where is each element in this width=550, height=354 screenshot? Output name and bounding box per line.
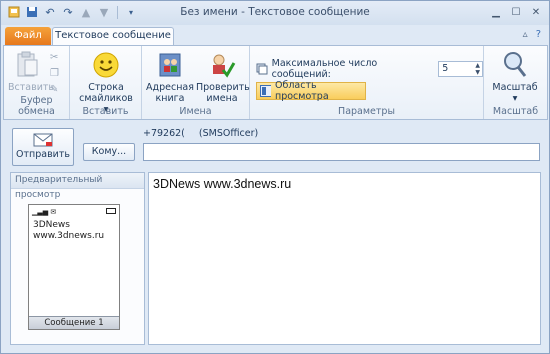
ribbon: Вставить ✂ ❐ ✎ Буфер обмена Строка смайл… bbox=[3, 45, 548, 120]
minimize-icon[interactable]: ▁ bbox=[489, 5, 503, 19]
smiley-icon bbox=[93, 52, 119, 78]
message-icon: ✉ bbox=[50, 208, 57, 216]
phone-line-2: www.3dnews.ru bbox=[33, 231, 105, 241]
signal-icon: ▁▃▅ bbox=[32, 208, 49, 216]
phone-message-text: 3DNews www.3dnews.ru bbox=[33, 220, 104, 242]
group-label-parameters: Параметры bbox=[338, 106, 395, 117]
paste-button[interactable]: Вставить bbox=[8, 50, 54, 93]
max-messages-spinner[interactable]: 5 ▲ ▼ bbox=[438, 61, 483, 77]
zoom-button[interactable]: Масштаб ▾ bbox=[490, 50, 540, 104]
max-messages-label: Максимальное число сообщений: bbox=[271, 58, 378, 80]
phone-line-1: 3DNews bbox=[33, 220, 70, 230]
check-names-label-line1: Проверить bbox=[196, 82, 250, 93]
ribbon-tabs: Файл Текстовое сообщение ▵ ? bbox=[1, 25, 549, 46]
preview-pane: Предварительный просмотр ▁▃▅ ✉ 3DNews ww… bbox=[10, 172, 145, 345]
group-label-zoom: Масштаб bbox=[492, 106, 539, 117]
battery-icon bbox=[106, 208, 116, 214]
spinner-arrows-icon[interactable]: ▲ ▼ bbox=[475, 62, 480, 76]
title-bar: ↶ ↷ ▲ ▼ ▾ Без имени - Текстовое сообщени… bbox=[1, 1, 549, 25]
magnifier-icon bbox=[504, 52, 527, 77]
cut-icon[interactable]: ✂ bbox=[50, 52, 64, 66]
send-button[interactable]: Отправить bbox=[12, 128, 74, 166]
address-book-button[interactable]: Адресная книга bbox=[146, 50, 194, 104]
recipient-service: (SMSOfficer) bbox=[198, 128, 259, 139]
maximize-icon[interactable]: ☐ bbox=[509, 5, 523, 19]
send-label: Отправить bbox=[16, 149, 70, 160]
address-book-icon bbox=[159, 53, 181, 77]
envelope-icon bbox=[33, 133, 53, 147]
window-title: Без имени - Текстовое сообщение bbox=[180, 6, 370, 18]
close-icon[interactable]: ✕ bbox=[529, 5, 543, 19]
check-names-label-line2: имена bbox=[206, 93, 238, 104]
message-body-text: 3DNews www.3dnews.ru bbox=[153, 177, 292, 191]
messages-icon bbox=[256, 63, 268, 75]
address-book-label-line2: книга bbox=[155, 93, 185, 104]
preview-pane-icon bbox=[260, 85, 271, 97]
smiley-label-line2: смайликов bbox=[79, 93, 133, 104]
smiley-label-line1: Строка bbox=[88, 82, 124, 93]
group-zoom: Масштаб ▾ Масштаб bbox=[484, 46, 547, 119]
preview-pane-label: Область просмотра bbox=[275, 80, 329, 102]
paste-label: Вставить bbox=[8, 82, 55, 93]
phone-status-bar: ▁▃▅ ✉ bbox=[32, 208, 116, 216]
check-names-icon bbox=[213, 54, 236, 78]
group-label-insert: Вставить bbox=[82, 106, 129, 117]
phone-preview: ▁▃▅ ✉ 3DNews www.3dnews.ru Сообщение 1 bbox=[28, 204, 120, 330]
phone-message-counter: Сообщение 1 bbox=[29, 316, 119, 329]
help-icon[interactable]: ? bbox=[536, 29, 541, 40]
app-window: ↶ ↷ ▲ ▼ ▾ Без имени - Текстовое сообщени… bbox=[0, 0, 550, 354]
tab-file[interactable]: Файл bbox=[5, 27, 51, 45]
minimize-ribbon-icon[interactable]: ▵ bbox=[523, 29, 528, 40]
recipient-hint: +79262( (SMSOfficer) bbox=[143, 128, 258, 139]
ribbon-right-controls: ▵ ? bbox=[523, 29, 541, 40]
zoom-dropdown-icon: ▾ bbox=[512, 93, 518, 104]
preview-pane-toggle[interactable]: Область просмотра bbox=[256, 80, 366, 102]
group-names: Адресная книга Проверить имена Имена bbox=[142, 46, 250, 119]
zoom-label: Масштаб bbox=[492, 82, 538, 93]
copy-icon[interactable]: ❐ bbox=[50, 68, 64, 82]
paste-icon bbox=[17, 51, 38, 77]
to-field[interactable] bbox=[143, 143, 540, 161]
window-controls: ▁ ☐ ✕ bbox=[489, 5, 543, 19]
preview-pane-header: Предварительный просмотр bbox=[11, 173, 144, 200]
message-body[interactable]: 3DNews www.3dnews.ru bbox=[148, 172, 541, 345]
address-book-label-line1: Адресная bbox=[146, 82, 194, 93]
to-button[interactable]: Кому... bbox=[83, 143, 135, 161]
check-names-button[interactable]: Проверить имена bbox=[196, 50, 250, 104]
group-insert: Строка смайликов ▾ Вставить bbox=[70, 46, 142, 119]
max-messages-value: 5 bbox=[442, 63, 449, 74]
group-clipboard: Вставить ✂ ❐ ✎ Буфер обмена bbox=[4, 46, 70, 119]
recipient-number: +79262( bbox=[143, 128, 185, 139]
tab-text-message[interactable]: Текстовое сообщение bbox=[52, 27, 174, 46]
group-label-clipboard: Буфер обмена bbox=[18, 95, 55, 117]
max-messages-row: Максимальное число сообщений: 5 ▲ ▼ bbox=[256, 58, 483, 80]
group-label-names: Имена bbox=[179, 106, 212, 117]
